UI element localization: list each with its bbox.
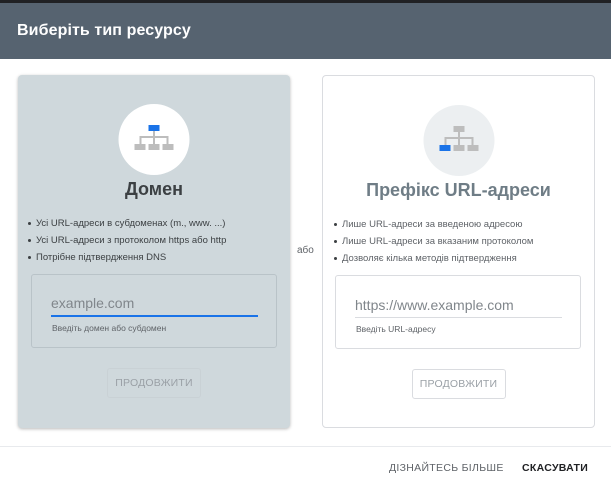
url-prefix-icon-circle — [423, 105, 494, 176]
url-prefix-card-title: Префікс URL-адреси — [366, 180, 551, 200]
url-prefix-input-container: Введіть URL-адресу — [335, 275, 581, 349]
url-prefix-continue-button[interactable]: ПРОДОВЖИТИ — [411, 369, 506, 399]
domain-card-title: Домен — [125, 179, 183, 199]
url-prefix-bullet: Дозволяє кілька методів підтвердження — [334, 250, 533, 267]
domain-input-helper: Введіть домен або субдомен — [52, 323, 167, 333]
domain-bullet: Усі URL-адреси з протоколом https або ht… — [28, 232, 226, 249]
url-prefix-input-helper: Введіть URL-адресу — [356, 324, 436, 334]
domain-bullet: Потрібне підтвердження DNS — [28, 249, 226, 266]
footer-divider — [0, 446, 611, 447]
url-prefix-bullet: Лише URL-адреси за введеною адресою — [334, 216, 533, 233]
url-prefix-input[interactable] — [355, 292, 562, 318]
url-prefix-bullet-list: Лише URL-адреси за введеною адресою Лише… — [334, 216, 533, 267]
dialog-title: Виберіть тип ресурсу — [17, 22, 191, 39]
dialog-header: Виберіть тип ресурсу — [0, 3, 611, 59]
url-prefix-bullet: Лише URL-адреси за вказаним протоколом — [334, 233, 533, 250]
cancel-button[interactable]: СКАСУВАТИ — [522, 460, 588, 476]
domain-continue-button[interactable]: ПРОДОВЖИТИ — [107, 368, 201, 398]
domain-icon-circle — [118, 104, 190, 175]
url-prefix-option-card[interactable]: Префікс URL-адреси Лише URL-адреси за вв… — [322, 75, 595, 428]
domain-tree-icon — [134, 125, 174, 150]
domain-input[interactable] — [51, 291, 258, 317]
domain-option-card[interactable]: Домен Усі URL-адреси в субдоменах (m., w… — [18, 75, 290, 428]
domain-bullet-list: Усі URL-адреси в субдоменах (m., www. ..… — [28, 215, 226, 266]
or-separator: або — [297, 245, 314, 256]
url-prefix-tree-icon — [439, 126, 478, 151]
domain-input-container: Введіть домен або субдомен — [31, 274, 277, 348]
learn-more-button[interactable]: ДІЗНАЙТЕСЬ БІЛЬШЕ — [389, 460, 504, 476]
domain-bullet: Усі URL-адреси в субдоменах (m., www. ..… — [28, 215, 226, 232]
